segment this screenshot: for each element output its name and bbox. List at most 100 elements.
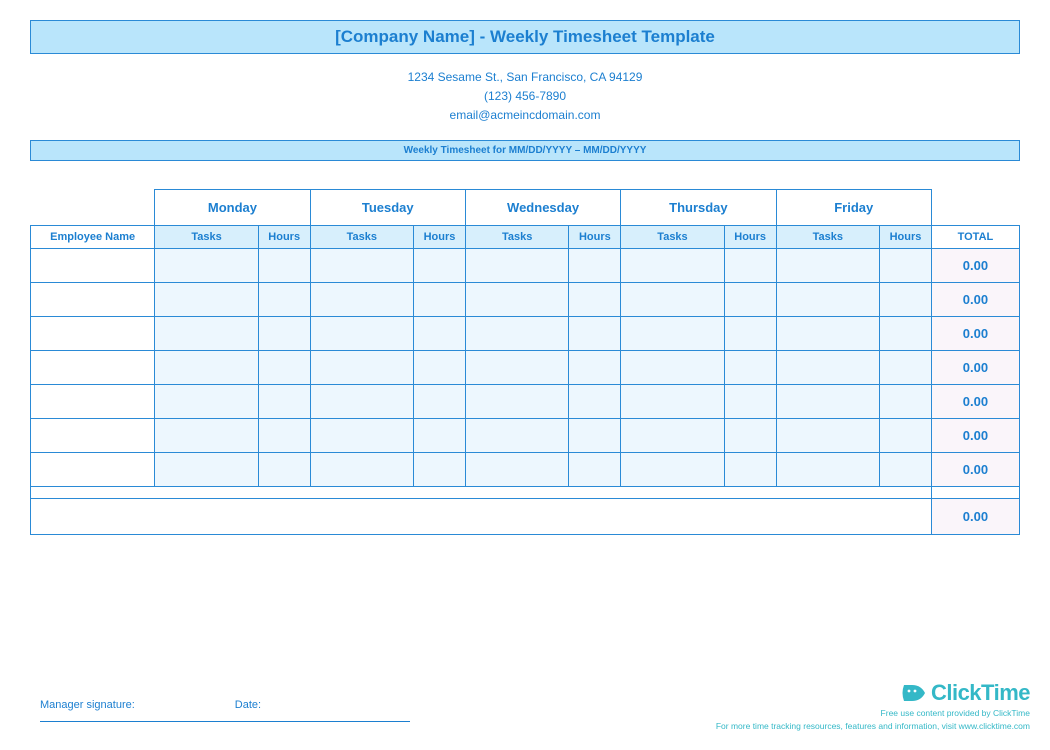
row-total: 0.00 (931, 282, 1019, 316)
hours-cell[interactable] (724, 452, 776, 486)
employee-cell[interactable] (31, 282, 155, 316)
tasks-cell[interactable] (155, 350, 259, 384)
hours-cell[interactable] (569, 316, 621, 350)
employee-cell[interactable] (31, 316, 155, 350)
signature-line[interactable] (40, 721, 410, 722)
tasks-cell[interactable] (621, 384, 725, 418)
tasks-cell[interactable] (465, 316, 569, 350)
hours-cell[interactable] (724, 384, 776, 418)
hours-cell[interactable] (880, 384, 932, 418)
hours-cell[interactable] (569, 350, 621, 384)
hours-cell[interactable] (569, 384, 621, 418)
hours-cell[interactable] (414, 282, 466, 316)
hours-cell[interactable] (569, 248, 621, 282)
hours-cell[interactable] (414, 350, 466, 384)
tasks-cell[interactable] (621, 350, 725, 384)
tasks-cell[interactable] (465, 350, 569, 384)
hours-cell[interactable] (880, 350, 932, 384)
hours-cell[interactable] (724, 418, 776, 452)
tasks-cell[interactable] (621, 248, 725, 282)
hours-cell[interactable] (258, 248, 310, 282)
table-row: 0.00 (31, 248, 1020, 282)
day-header-thursday: Thursday (621, 189, 776, 225)
hours-cell[interactable] (880, 452, 932, 486)
hours-cell[interactable] (569, 452, 621, 486)
hours-cell[interactable] (414, 452, 466, 486)
hours-cell[interactable] (569, 418, 621, 452)
hours-cell[interactable] (258, 418, 310, 452)
hours-cell[interactable] (414, 316, 466, 350)
hours-cell[interactable] (258, 316, 310, 350)
hours-cell[interactable] (414, 384, 466, 418)
tasks-header: Tasks (776, 225, 880, 248)
manager-signature-label: Manager signature: (40, 699, 135, 711)
tasks-cell[interactable] (155, 316, 259, 350)
tasks-cell[interactable] (310, 452, 414, 486)
tasks-header: Tasks (621, 225, 725, 248)
tasks-cell[interactable] (310, 248, 414, 282)
employee-cell[interactable] (31, 418, 155, 452)
hours-cell[interactable] (258, 452, 310, 486)
tasks-cell[interactable] (155, 418, 259, 452)
employee-name-header: Employee Name (31, 225, 155, 248)
hours-cell[interactable] (880, 418, 932, 452)
timesheet-table: Monday Tuesday Wednesday Thursday Friday… (30, 189, 1020, 535)
row-total: 0.00 (931, 350, 1019, 384)
tasks-cell[interactable] (465, 384, 569, 418)
day-header-monday: Monday (155, 189, 310, 225)
hours-cell[interactable] (880, 316, 932, 350)
employee-cell[interactable] (31, 452, 155, 486)
date-label: Date: (235, 699, 261, 711)
tasks-cell[interactable] (621, 452, 725, 486)
row-total: 0.00 (931, 316, 1019, 350)
hours-cell[interactable] (569, 282, 621, 316)
tasks-cell[interactable] (465, 452, 569, 486)
hours-cell[interactable] (880, 248, 932, 282)
hours-header: Hours (724, 225, 776, 248)
hours-cell[interactable] (880, 282, 932, 316)
hours-cell[interactable] (258, 282, 310, 316)
employee-cell[interactable] (31, 350, 155, 384)
tasks-cell[interactable] (465, 282, 569, 316)
employee-cell[interactable] (31, 384, 155, 418)
hours-cell[interactable] (724, 350, 776, 384)
tasks-cell[interactable] (310, 282, 414, 316)
hours-cell[interactable] (258, 350, 310, 384)
tasks-cell[interactable] (776, 282, 880, 316)
hours-cell[interactable] (724, 248, 776, 282)
tasks-cell[interactable] (776, 350, 880, 384)
tasks-cell[interactable] (776, 418, 880, 452)
company-email: email@acmeincdomain.com (30, 106, 1020, 125)
hours-cell[interactable] (414, 418, 466, 452)
tasks-cell[interactable] (776, 452, 880, 486)
table-row: 0.00 (31, 282, 1020, 316)
row-total: 0.00 (931, 248, 1019, 282)
tasks-cell[interactable] (155, 282, 259, 316)
tasks-cell[interactable] (465, 248, 569, 282)
tasks-cell[interactable] (155, 384, 259, 418)
hours-cell[interactable] (724, 282, 776, 316)
employee-cell[interactable] (31, 248, 155, 282)
tasks-cell[interactable] (776, 316, 880, 350)
tasks-cell[interactable] (621, 282, 725, 316)
hours-cell[interactable] (414, 248, 466, 282)
hours-cell[interactable] (258, 384, 310, 418)
tasks-cell[interactable] (155, 452, 259, 486)
signature-area: Manager signature: Date: (40, 699, 410, 722)
total-header: TOTAL (931, 225, 1019, 248)
tasks-cell[interactable] (310, 350, 414, 384)
tasks-cell[interactable] (465, 418, 569, 452)
hours-header: Hours (880, 225, 932, 248)
company-phone: (123) 456-7890 (30, 87, 1020, 106)
tasks-cell[interactable] (776, 248, 880, 282)
footer-line-2: For more time tracking resources, featur… (716, 721, 1030, 732)
tasks-cell[interactable] (776, 384, 880, 418)
company-address: 1234 Sesame St., San Francisco, CA 94129 (30, 68, 1020, 87)
tasks-cell[interactable] (155, 248, 259, 282)
hours-cell[interactable] (724, 316, 776, 350)
tasks-cell[interactable] (621, 418, 725, 452)
tasks-cell[interactable] (310, 316, 414, 350)
tasks-cell[interactable] (310, 418, 414, 452)
tasks-cell[interactable] (310, 384, 414, 418)
tasks-cell[interactable] (621, 316, 725, 350)
